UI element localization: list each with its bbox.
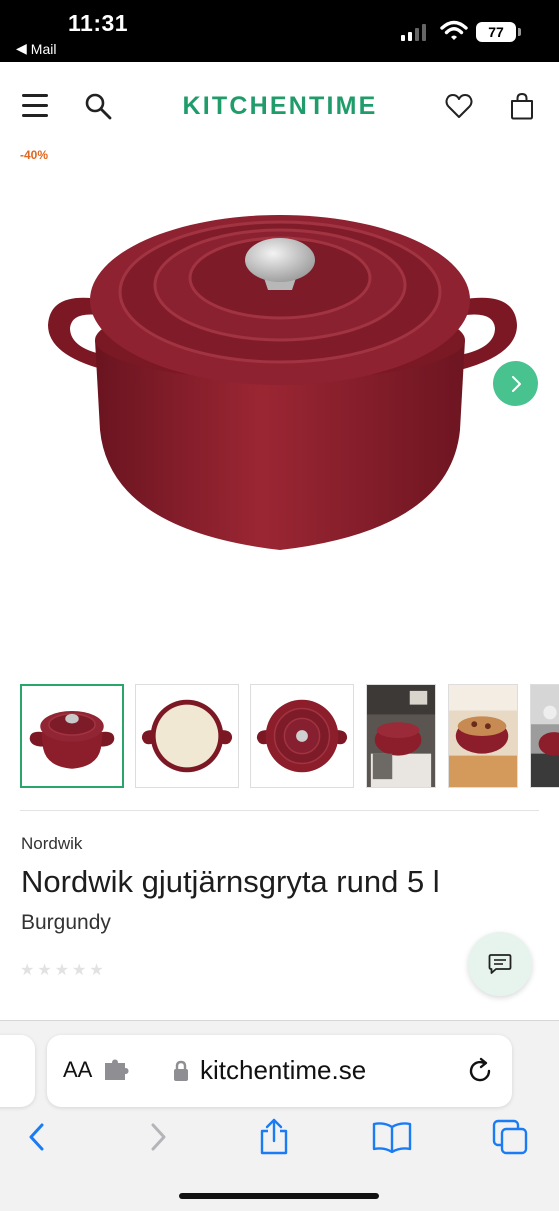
reload-icon[interactable]	[467, 1057, 495, 1085]
product-title: Nordwik gjutjärnsgryta rund 5 l	[21, 864, 440, 899]
pot-top-image	[256, 699, 348, 773]
kitchen-photo-1-image	[367, 685, 435, 787]
back-app-label: Mail	[30, 40, 57, 57]
heart-icon[interactable]	[445, 93, 473, 119]
kitchen-photo-3-image	[531, 685, 559, 787]
back-to-app-link[interactable]: ◀ Mail	[16, 40, 56, 57]
search-icon[interactable]	[84, 92, 112, 120]
browser-forward-button[interactable]	[138, 1117, 178, 1157]
browser-back-button[interactable]	[17, 1117, 57, 1157]
bookmarks-button[interactable]	[372, 1117, 412, 1157]
star-icon: ★	[54, 962, 70, 979]
thumbnail-kitchen-photo-3[interactable]	[530, 684, 559, 788]
chevron-right-icon	[511, 375, 521, 392]
text-size-button[interactable]: AA	[63, 1057, 92, 1083]
chat-icon	[488, 954, 512, 974]
home-indicator	[179, 1193, 379, 1199]
pot-inside-image	[141, 699, 233, 773]
next-image-button[interactable]	[493, 361, 538, 406]
previous-tab-preview[interactable]	[0, 1035, 35, 1107]
thumbnail-kitchen-photo-2[interactable]	[448, 684, 518, 788]
share-icon	[260, 1118, 288, 1155]
star-icon: ★	[89, 962, 104, 979]
thumbnail-pot-front[interactable]	[20, 684, 124, 788]
site-logo[interactable]: KITCHENTIME	[170, 92, 390, 121]
pot-front-image	[29, 711, 115, 769]
thumbnail-pot-top[interactable]	[250, 684, 354, 788]
url-text[interactable]: kitchentime.se	[200, 1055, 366, 1086]
product-image[interactable]	[30, 190, 530, 570]
kitchen-photo-2-image	[449, 685, 517, 787]
status-time: 11:31	[68, 10, 129, 36]
site-header: KITCHENTIME	[0, 62, 559, 152]
address-bar[interactable]: AA kitchentime.se	[47, 1035, 512, 1107]
bag-icon[interactable]	[510, 92, 534, 120]
star-icon: ★	[37, 962, 52, 979]
section-divider	[20, 810, 539, 811]
wifi-icon	[440, 20, 468, 40]
star-icon: ★	[72, 962, 87, 979]
chevron-right-icon	[151, 1123, 166, 1151]
star-icon: ★	[20, 962, 35, 979]
thumbnail-kitchen-photo-1[interactable]	[366, 684, 436, 788]
battery-indicator: 77	[476, 22, 521, 42]
cellular-signal-icon	[401, 24, 426, 41]
back-triangle-icon: ◀	[16, 40, 27, 56]
discount-badge: -40%	[20, 148, 49, 162]
thumbnail-strip	[20, 684, 559, 790]
chevron-left-icon	[29, 1123, 44, 1151]
status-bar: 11:31 ◀ Mail 77	[0, 0, 559, 62]
menu-icon[interactable]	[22, 94, 48, 117]
share-button[interactable]	[254, 1117, 294, 1157]
book-icon	[372, 1122, 412, 1153]
product-brand[interactable]: Nordwik	[21, 834, 82, 854]
extension-puzzle-icon[interactable]	[103, 1059, 129, 1081]
browser-toolbar: AA kitchentime.se	[0, 1020, 559, 1211]
thumbnail-pot-inside[interactable]	[135, 684, 239, 788]
chat-button[interactable]	[468, 932, 532, 996]
rating-stars[interactable]: ★ ★ ★ ★ ★	[20, 960, 104, 980]
tabs-button[interactable]	[490, 1117, 530, 1157]
lock-icon	[174, 1060, 188, 1081]
product-variant: Burgundy	[21, 911, 111, 934]
tabs-icon	[492, 1119, 528, 1155]
